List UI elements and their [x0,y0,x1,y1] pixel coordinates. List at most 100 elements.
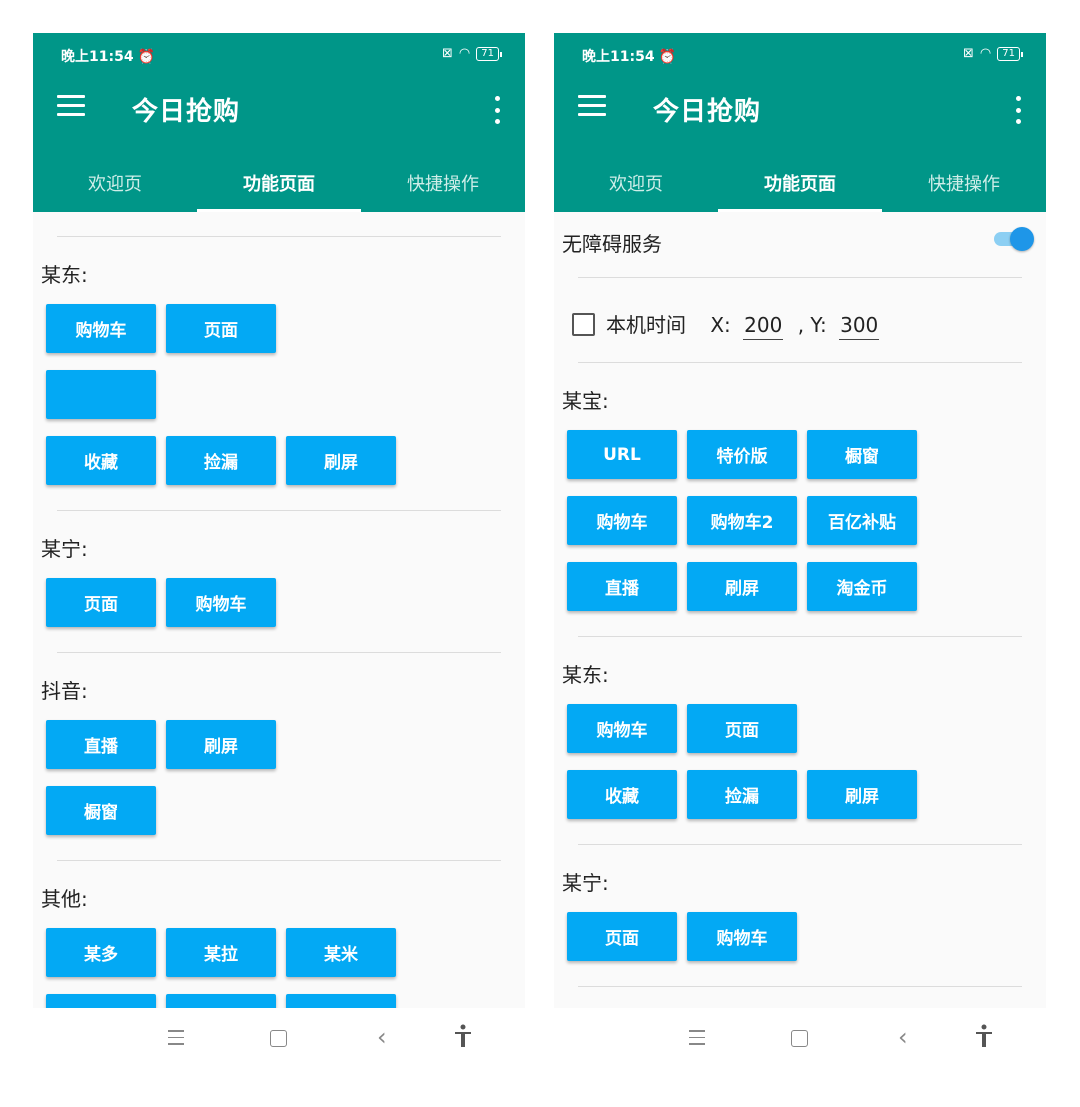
suning-cart-button[interactable]: 购物车 [687,912,797,961]
x-label: X: [710,313,731,337]
jd-page-button[interactable]: 页面 [166,304,276,353]
taobao-refresh-button[interactable]: 刷屏 [687,562,797,611]
functions-content: 某东: 购物车 页面 收藏 捡漏 刷屏 某宁: 页面 购物车 抖音: 直播 刷屏… [33,212,525,1008]
more-options-icon[interactable] [1014,96,1022,124]
battery-icon: 71 [997,46,1023,61]
divider [578,636,1022,637]
other-dian-button[interactable]: 某点 [286,994,396,1008]
recent-apps-icon[interactable] [168,1030,184,1050]
accessibility-service-label: 无障碍服务 [562,232,662,256]
tab-bar: 欢迎页 功能页面 快捷操作 [33,160,525,212]
divider [57,236,501,237]
accessibility-switch[interactable] [994,227,1034,251]
status-time: 晚上11:54 ⏰ [61,49,156,65]
coord-text: 本机时间 X: 200 , Y: 300 [606,309,880,340]
jd-bargain-button[interactable]: 捡漏 [687,770,797,819]
section-title-jd: 某东: [41,263,88,287]
status-time: 晚上11:54 ⏰ [582,49,677,65]
other-pdd-button[interactable]: 某多 [46,928,156,977]
divider [57,510,501,511]
douyin-live-button[interactable]: 直播 [46,720,156,769]
tab-functions[interactable]: 功能页面 [718,160,882,212]
suning-cart-button[interactable]: 购物车 [166,578,276,627]
jd-bargain-button[interactable]: 捡漏 [166,436,276,485]
system-nav-bar: ‹ [33,1008,525,1073]
divider [578,362,1022,363]
divider [57,652,501,653]
back-icon[interactable]: ‹ [377,1025,387,1049]
alarm-off-icon: ⏰ [137,49,156,65]
jd-page-button[interactable]: 页面 [687,704,797,753]
taobao-cart-button[interactable]: 购物车 [567,496,677,545]
functions-content: 无障碍服务 本机时间 X: 200 , Y: 300 某宝: URL 特价版 橱… [554,212,1046,1008]
jd-refresh-button[interactable]: 刷屏 [807,770,917,819]
other-xian-button[interactable]: 某仙 [166,994,276,1008]
section-title-suning: 某宁: [562,871,609,895]
tab-shortcuts[interactable]: 快捷操作 [882,160,1046,212]
divider [578,844,1022,845]
section-title-suning: 某宁: [41,537,88,561]
local-time-row: 本机时间 X: 200 , Y: 300 [554,278,1046,362]
sim-icon: ⊠ [963,46,974,61]
jd-cart-button[interactable]: 购物车 [567,704,677,753]
suning-page-button[interactable]: 页面 [46,578,156,627]
section-title-jd: 某东: [562,663,609,687]
taobao-lite-button[interactable]: 特价版 [687,430,797,479]
alarm-off-icon: ⏰ [658,49,677,65]
tab-welcome[interactable]: 欢迎页 [33,160,197,212]
home-icon[interactable] [791,1030,808,1047]
jd-cart-button[interactable]: 购物车 [46,304,156,353]
jd-favorites-button[interactable]: 收藏 [567,770,677,819]
app-bar: 晚上11:54 ⏰ ⊠ ◠ 71 今日抢购 欢迎页 功能页面 快捷操作 [33,33,525,212]
tab-welcome[interactable]: 欢迎页 [554,160,718,212]
suning-page-button[interactable]: 页面 [567,912,677,961]
status-icons: ⊠ ◠ 71 [442,46,502,61]
sim-icon: ⊠ [442,46,453,61]
taobao-url-button[interactable]: URL [567,430,677,479]
other-la-button[interactable]: 某拉 [166,928,276,977]
divider [578,986,1022,987]
back-icon[interactable]: ‹ [898,1025,908,1049]
y-input[interactable]: 300 [839,313,880,340]
taobao-showcase-button[interactable]: 橱窗 [807,430,917,479]
button-group-douyin: 直播 刷屏 橱窗 [33,720,446,852]
y-label: , Y: [797,313,827,337]
douyin-refresh-button[interactable]: 刷屏 [166,720,276,769]
phone-screen-right: 晚上11:54 ⏰ ⊠ ◠ 71 今日抢购 欢迎页 功能页面 快捷操作 无障碍服务… [554,33,1046,1073]
section-title-taobao: 某宝: [562,389,609,413]
douyin-showcase-button[interactable]: 橱窗 [46,786,156,835]
taobao-live-button[interactable]: 直播 [567,562,677,611]
section-title-others: 其他: [41,887,88,911]
hamburger-menu-icon[interactable] [578,95,606,121]
more-options-icon[interactable] [493,96,501,124]
other-mi-button[interactable]: 某米 [286,928,396,977]
tab-functions[interactable]: 功能页面 [197,160,361,212]
taobao-subsidy-button[interactable]: 百亿补贴 [807,496,917,545]
app-bar: 晚上11:54 ⏰ ⊠ ◠ 71 今日抢购 欢迎页 功能页面 快捷操作 [554,33,1046,212]
accessibility-icon[interactable] [974,1024,994,1053]
section-title-douyin: 抖音: [41,679,88,703]
x-input[interactable]: 200 [743,313,784,340]
button-group-others: 某多 某拉 某米 某为 某仙 某点 [33,928,446,1008]
divider [57,860,501,861]
hamburger-menu-icon[interactable] [57,95,85,121]
battery-icon: 71 [476,46,502,61]
wifi-icon: ◠ [979,46,992,61]
accessibility-icon[interactable] [453,1024,473,1053]
system-nav-bar: ‹ [554,1008,1046,1073]
button-group-jd: 购物车 页面 收藏 捡漏 刷屏 [554,704,967,836]
taobao-cart2-button[interactable]: 购物车2 [687,496,797,545]
local-time-checkbox[interactable] [572,313,595,336]
jd-refresh-button[interactable]: 刷屏 [286,436,396,485]
recent-apps-icon[interactable] [689,1030,705,1050]
home-icon[interactable] [270,1030,287,1047]
page-title: 今日抢购 [653,97,762,127]
tab-bar: 欢迎页 功能页面 快捷操作 [554,160,1046,212]
accessibility-service-row: 无障碍服务 [554,212,1046,267]
other-huawei-button[interactable]: 某为 [46,994,156,1008]
local-time-label: 本机时间 [606,313,686,337]
taobao-coins-button[interactable]: 淘金币 [807,562,917,611]
button-group-suning: 页面 购物车 [33,578,446,644]
jd-favorites-button[interactable]: 收藏 [46,436,156,485]
tab-shortcuts[interactable]: 快捷操作 [361,160,525,212]
